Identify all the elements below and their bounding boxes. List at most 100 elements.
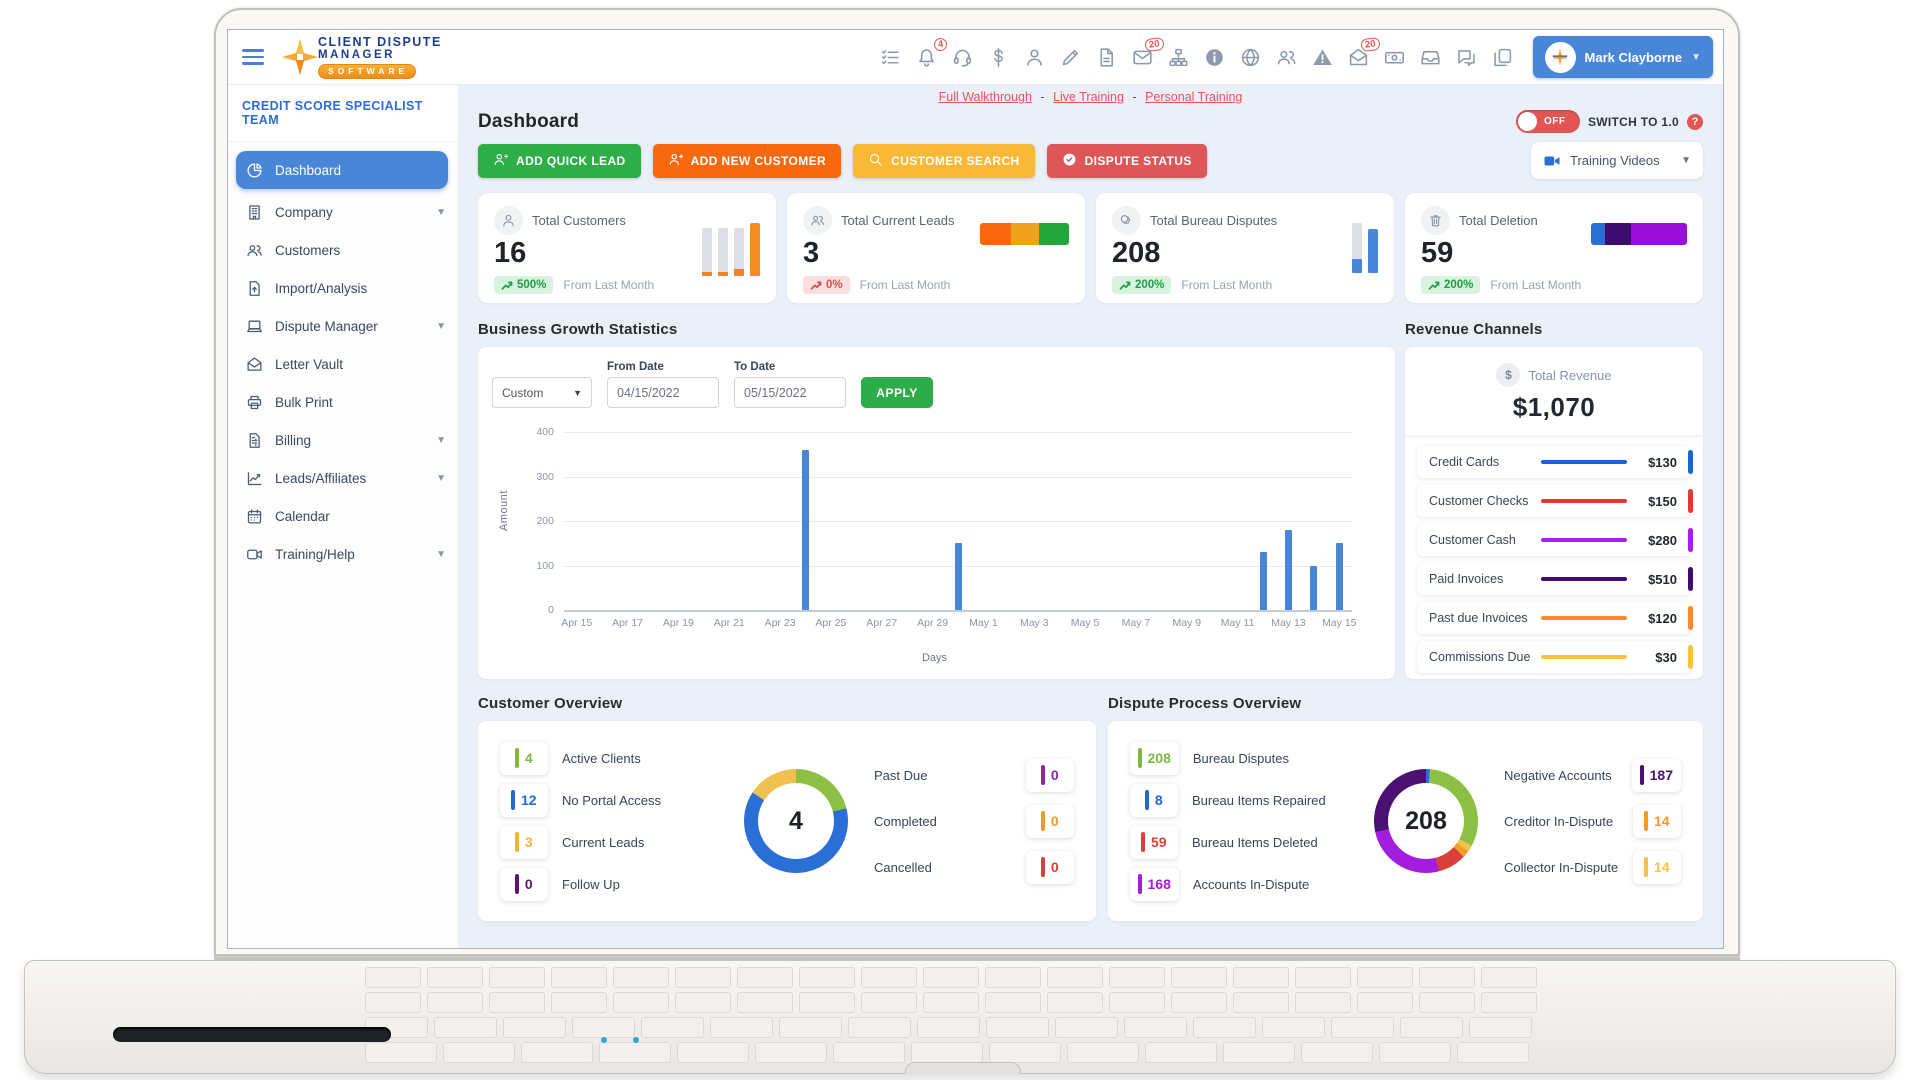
chart-bar[interactable] [1260, 552, 1267, 610]
revenue-accent [1688, 645, 1693, 669]
overview-item-label: Bureau Disputes [1193, 751, 1289, 766]
chart-bar[interactable] [1285, 530, 1292, 610]
dollar-icon[interactable] [988, 47, 1009, 68]
sidebar-item-calendar[interactable]: Calendar [228, 497, 458, 535]
chart-bar[interactable] [1310, 566, 1317, 611]
sidebar-item-label: Customers [275, 243, 340, 258]
revenue-section-title: Revenue Channels [1405, 321, 1703, 338]
y-tick-label: 400 [520, 426, 554, 438]
user-icon[interactable] [1024, 47, 1045, 68]
revenue-color-line [1541, 499, 1627, 504]
revenue-color-line [1541, 538, 1627, 543]
avatar [1545, 42, 1576, 73]
dispute-status-button[interactable]: DISPUTE STATUS [1047, 144, 1207, 178]
customer-search-button[interactable]: CUSTOMER SEARCH [853, 144, 1034, 178]
sidebar-item-customers[interactable]: Customers [228, 231, 458, 269]
pen-icon[interactable] [1060, 47, 1081, 68]
y-tick-label: 300 [520, 471, 554, 483]
link-live-training[interactable]: Live Training [1053, 90, 1124, 104]
chevron-down-icon: ▼ [573, 388, 582, 398]
mini-bar-chart [1591, 223, 1687, 245]
copy-icon[interactable] [1492, 47, 1513, 68]
overview-item-label: Current Leads [562, 835, 644, 850]
list-check-icon[interactable] [880, 47, 901, 68]
add-quick-lead-button[interactable]: ADD QUICK LEAD [478, 144, 641, 178]
revenue-row-customer-cash[interactable]: Customer Cash$280 [1417, 524, 1691, 556]
users-icon[interactable] [1276, 47, 1297, 68]
inbox-icon[interactable] [1420, 47, 1441, 68]
revenue-value: $150 [1648, 494, 1677, 509]
bell-icon[interactable]: 4 [916, 47, 937, 68]
overview-count-card: 168 [1130, 868, 1179, 901]
team-label: CREDIT SCORE SPECIALIST TEAM [228, 84, 458, 141]
revenue-label: Commissions Due [1429, 650, 1541, 664]
percent-badge: 0% [803, 276, 850, 294]
building-icon [246, 204, 263, 221]
overview-count-card: 14 [1633, 805, 1681, 838]
overview-item: Creditor In-Dispute14 [1504, 805, 1681, 838]
overview-item: Negative Accounts187 [1504, 759, 1681, 792]
link-full-walkthrough[interactable]: Full Walkthrough [939, 90, 1032, 104]
chart-bar[interactable] [955, 543, 962, 610]
globe-icon[interactable] [1240, 47, 1261, 68]
laptop-screen: CLIENT DISPUTE MANAGER SOFTWARE 4 20 20 [227, 29, 1724, 949]
chevron-down-icon: ▼ [436, 473, 446, 484]
overview-count-card: 8 [1130, 784, 1178, 817]
donut-center-value: 4 [758, 783, 834, 859]
x-tick-label: May 1 [961, 610, 1005, 629]
warning-icon[interactable] [1312, 47, 1333, 68]
apply-button[interactable]: APPLY [861, 377, 933, 408]
headset-icon[interactable] [952, 47, 973, 68]
x-tick-label: Apr 19 [656, 610, 700, 629]
training-videos-dropdown[interactable]: Training Videos ▼ [1531, 142, 1703, 179]
growth-chart: Amount 0100200300400Apr 15Apr 17Apr 19Ap… [492, 418, 1377, 670]
chat-icon[interactable] [1456, 47, 1477, 68]
envelope-icon[interactable]: 20 [1132, 47, 1153, 68]
date-range-value: Custom [502, 386, 543, 400]
help-question-icon[interactable]: ? [1687, 114, 1703, 130]
file-icon[interactable] [1096, 47, 1117, 68]
revenue-row-past-due-invoices[interactable]: Past due Invoices$120 [1417, 602, 1691, 634]
overview-item: 12No Portal Access [500, 784, 718, 817]
revenue-row-credit-cards[interactable]: Credit Cards$130 [1417, 446, 1691, 478]
app-logo[interactable]: CLIENT DISPUTE MANAGER SOFTWARE [280, 36, 442, 79]
hamburger-menu-icon[interactable] [242, 45, 264, 69]
revenue-label: Paid Invoices [1429, 572, 1541, 586]
sidebar-item-label: Billing [275, 433, 311, 448]
chevron-down-icon: ▼ [436, 207, 446, 218]
link-personal-training[interactable]: Personal Training [1145, 90, 1242, 104]
money-bill-icon[interactable] [1384, 47, 1405, 68]
version-toggle[interactable]: OFF [1516, 110, 1580, 133]
sidebar-item-dashboard[interactable]: Dashboard [236, 151, 448, 189]
sitemap-icon[interactable] [1168, 47, 1189, 68]
date-range-select[interactable]: Custom ▼ [492, 377, 592, 408]
sidebar-item-leads-affiliates[interactable]: Leads/Affiliates▼ [228, 459, 458, 497]
info-circle-icon[interactable] [1204, 47, 1225, 68]
add-new-customer-button[interactable]: ADD NEW CUSTOMER [653, 144, 842, 178]
revenue-row-commissions-due[interactable]: Commissions Due$30 [1417, 641, 1691, 673]
sidebar-item-bulk-print[interactable]: Bulk Print [228, 383, 458, 421]
video-icon [246, 546, 263, 563]
growth-panel: Custom ▼ From Date To Date [478, 347, 1395, 679]
sidebar-item-company[interactable]: Company▼ [228, 193, 458, 231]
sidebar-item-billing[interactable]: Billing▼ [228, 421, 458, 459]
sidebar-item-dispute-manager[interactable]: Dispute Manager▼ [228, 307, 458, 345]
sidebar-item-label: Letter Vault [275, 357, 343, 372]
from-date-input[interactable] [607, 377, 719, 408]
sidebar-item-training-help[interactable]: Training/Help▼ [228, 535, 458, 573]
link-separator: - [1040, 90, 1044, 104]
main-content: Full Walkthrough - Live Training - Perso… [458, 84, 1723, 948]
chart-bar[interactable] [1336, 543, 1343, 610]
sidebar-item-import-analysis[interactable]: Import/Analysis [228, 269, 458, 307]
to-date-input[interactable] [734, 377, 846, 408]
revenue-row-customer-checks[interactable]: Customer Checks$150 [1417, 485, 1691, 517]
envelope-open-icon[interactable]: 20 [1348, 47, 1369, 68]
stat-card-total-customers: Total Customers16500%From Last Month [478, 193, 776, 303]
stat-label: Total Current Leads [841, 213, 954, 228]
laptop-screen-bezel: CLIENT DISPUTE MANAGER SOFTWARE 4 20 20 [214, 8, 1740, 956]
user-menu-button[interactable]: Mark Clayborne ▼ [1533, 36, 1713, 78]
revenue-row-paid-invoices[interactable]: Paid Invoices$510 [1417, 563, 1691, 595]
sidebar-item-letter-vault[interactable]: Letter Vault [228, 345, 458, 383]
overview-count-card: 0 [1026, 805, 1074, 838]
chart-bar[interactable] [802, 450, 809, 610]
